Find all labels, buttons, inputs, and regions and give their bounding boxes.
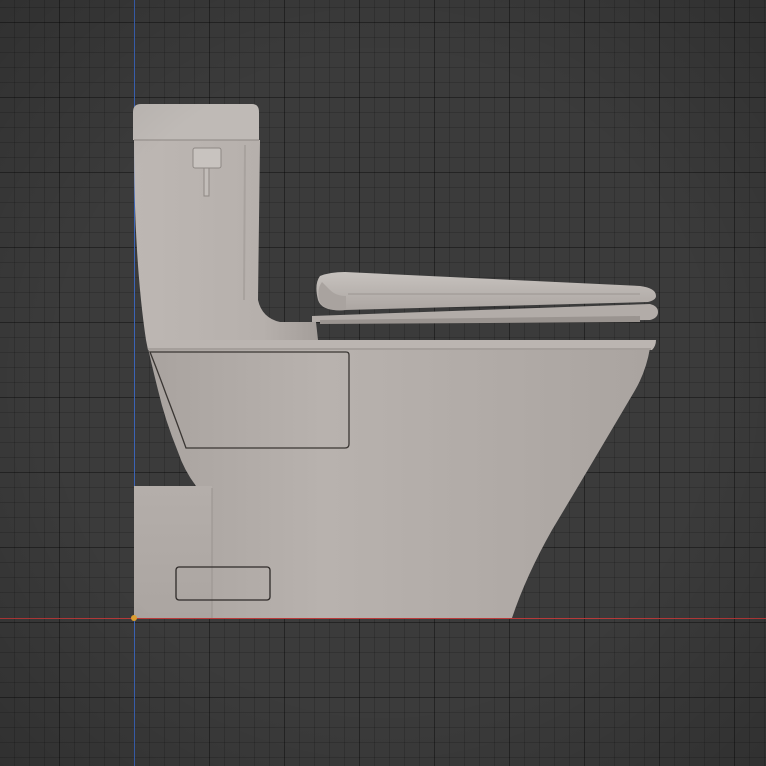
- origin-marker: [131, 615, 137, 621]
- flush-lever-icon[interactable]: [192, 147, 222, 169]
- bowl-body: [148, 348, 650, 618]
- toilet-lid[interactable]: [316, 272, 656, 311]
- base-block: [134, 486, 212, 618]
- tank-edge-shade: [243, 144, 246, 301]
- flush-lever-arm: [203, 167, 210, 197]
- toilet-model[interactable]: [0, 0, 766, 766]
- 3d-viewport[interactable]: [0, 0, 766, 766]
- tank-body: [134, 140, 318, 340]
- tank-lid: [133, 104, 259, 140]
